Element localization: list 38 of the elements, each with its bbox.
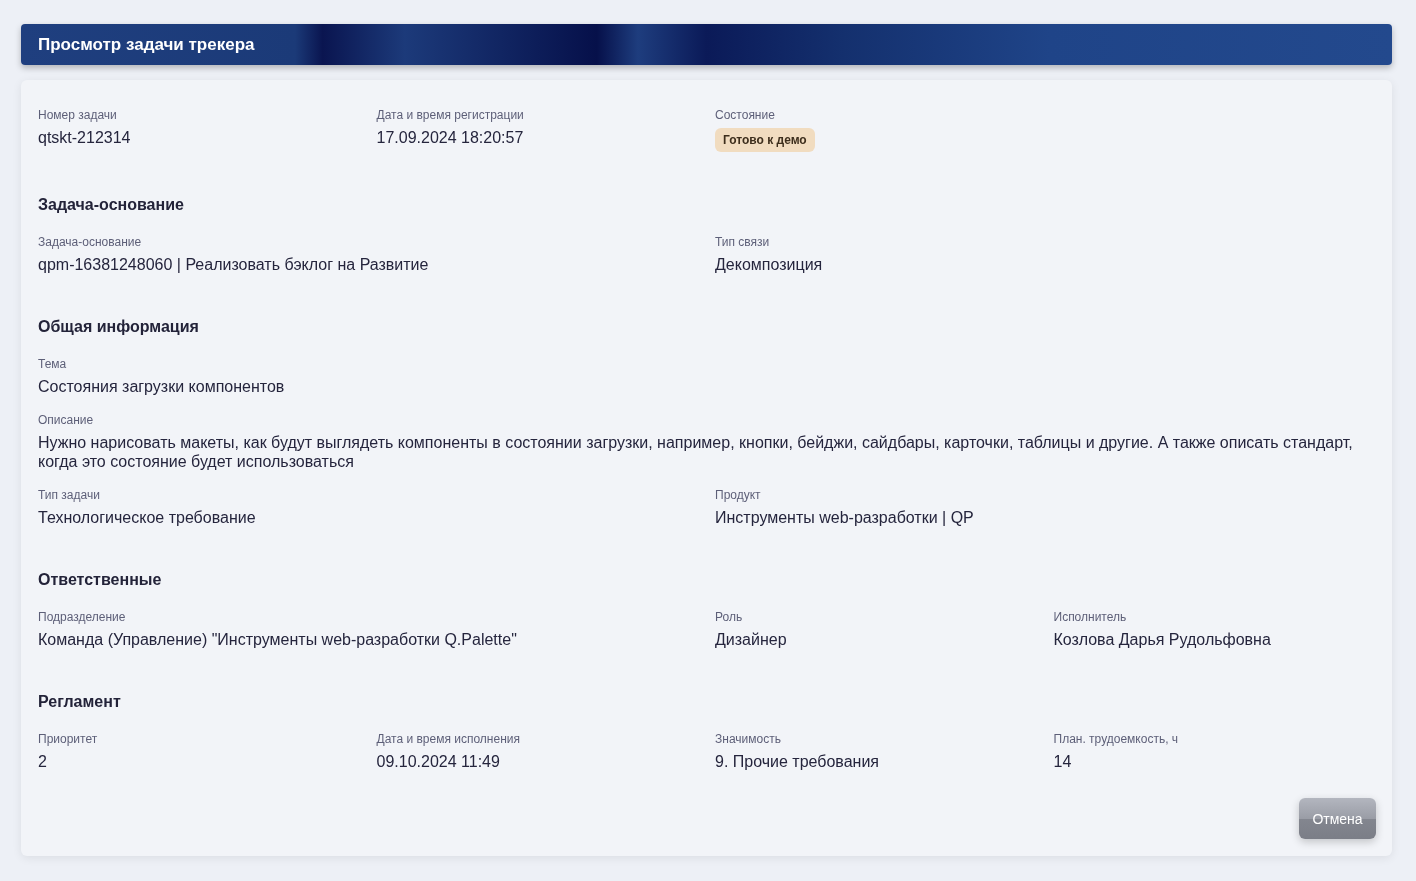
field-label: Подразделение [38, 609, 126, 625]
field-label: Продукт [715, 487, 761, 503]
section-heading: Общая информация [38, 318, 200, 336]
field-value: 17.09.2024 18:20:57 [376, 128, 524, 147]
field-value: 2 [38, 752, 47, 771]
field-value: 9. Прочие требования [715, 752, 879, 771]
field-label: План. трудоемкость, ч [1053, 731, 1179, 747]
field-label: Роль [715, 609, 743, 625]
field-label: Значимость [715, 731, 781, 747]
field-value: Дизайнер [715, 630, 787, 649]
field-label: Дата и время регистрации [376, 107, 524, 123]
field-value: Козлова Дарья Рудольфовна [1053, 630, 1271, 649]
section-heading: Ответственные [38, 571, 163, 589]
field-label: Тема [38, 356, 67, 372]
cancel-button[interactable]: Отмена [1299, 798, 1376, 839]
field-value: Состояния загрузки компонентов [38, 377, 285, 396]
field-value: Декомпозиция [715, 255, 823, 274]
field-label: Номер задачи [38, 107, 117, 123]
field-value: 14 [1053, 752, 1072, 771]
section-heading: Регламент [38, 693, 122, 711]
field-value: Инструменты web-разработки | QP [715, 508, 974, 527]
field-label: Дата и время исполнения [376, 731, 520, 747]
field-label: Состояние [715, 107, 775, 123]
field-value: qtskt-212314 [38, 128, 131, 147]
field-value: Технологическое требование [38, 508, 256, 527]
field-label: Исполнитель [1053, 609, 1127, 625]
field-label: Тип связи [715, 234, 770, 250]
field-value: qpm-16381248060 | Реализовать бэклог на Развитие [38, 255, 429, 274]
field-value: 09.10.2024 11:49 [376, 752, 500, 771]
field-value: Нужно нарисовать макеты, как будут выглядеть компоненты в состоянии загрузки, например, кнопки, бейджи, сайдбары, карточки, таблицы и другие. А также описать стандарт, когда это состояние будет использоваться [38, 433, 1354, 471]
page-title: Просмотр задачи трекера [38, 34, 255, 55]
status-badge: Готово к демо [715, 128, 815, 152]
field-label: Приоритет [38, 731, 98, 747]
field-label: Тип задачи [38, 487, 100, 503]
field-label: Описание [38, 412, 94, 428]
field-label: Задача-основание [38, 234, 142, 250]
section-heading: Задача-основание [38, 196, 185, 214]
field-value: Команда (Управление) "Инструменты web-разработки Q.Palette" [38, 630, 517, 649]
